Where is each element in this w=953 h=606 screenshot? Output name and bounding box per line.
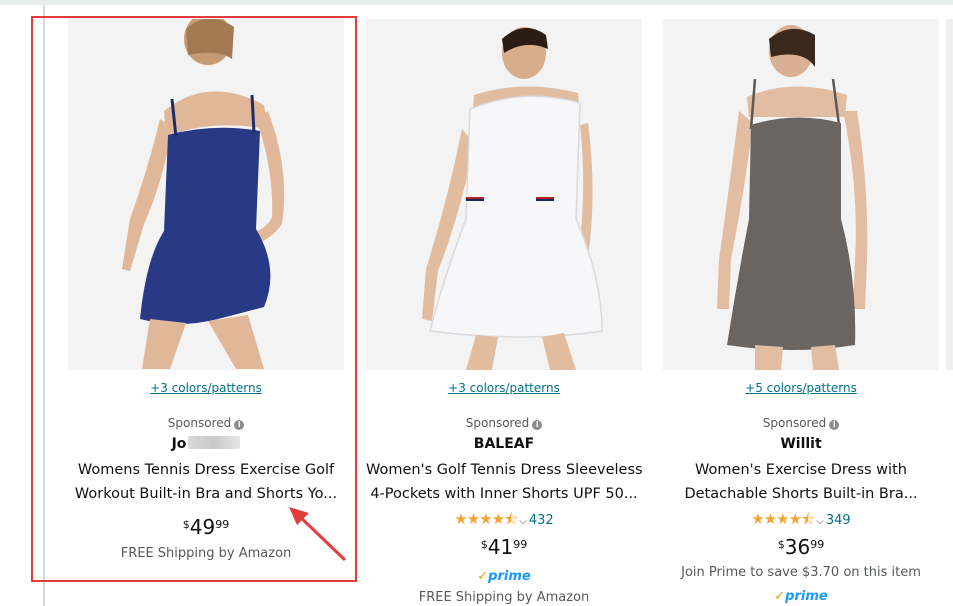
prime-label: prime — [785, 589, 828, 604]
price-fraction: 99 — [810, 538, 825, 551]
info-icon[interactable]: i — [829, 420, 840, 430]
brand-name: BALEAF — [473, 436, 535, 452]
shipping-text: FREE Shipping by Amazon — [418, 590, 590, 605]
star-rating-icon[interactable]: ★★★★⯪ — [751, 510, 815, 528]
dress-figure-2 — [366, 19, 642, 370]
title-line-2: 4-Pockets with Inner Shorts UPF 50... — [370, 486, 638, 502]
product-card-2[interactable]: +3 colors/patterns Sponsored i BALEAF Wom… — [366, 19, 642, 606]
product-title-link[interactable]: Women's Exercise Dress with Detachable S… — [663, 458, 939, 506]
price-whole: 41 — [487, 535, 514, 559]
prime-label: prime — [488, 569, 531, 584]
annotation-arrow-icon — [289, 507, 347, 562]
rating-row[interactable]: ★★★★⯪ ⌵ 432 — [366, 510, 642, 531]
brand-name: Willit — [780, 436, 822, 452]
price-symbol: $ — [777, 538, 785, 551]
price[interactable]: $3699 — [663, 535, 939, 559]
chevron-down-icon[interactable]: ⌵ — [816, 516, 824, 527]
product-image[interactable] — [366, 19, 642, 370]
sponsored-label[interactable]: Sponsored i — [366, 416, 642, 430]
info-icon[interactable]: i — [532, 420, 543, 430]
prime-check-icon: ✓ — [774, 589, 786, 604]
colors-patterns-link[interactable]: +5 colors/patterns — [663, 381, 939, 395]
prime-savings-text: Join Prime to save $3.70 on this item — [681, 565, 921, 580]
title-line-1: Women's Exercise Dress with — [695, 462, 907, 478]
price-symbol: $ — [480, 538, 488, 551]
next-card-edge — [946, 19, 953, 370]
price[interactable]: $4199 — [366, 535, 642, 559]
prime-check-icon: ✓ — [477, 569, 489, 584]
product-image[interactable] — [663, 19, 939, 370]
prime-badge: ✓prime — [663, 589, 939, 604]
price-whole: 36 — [784, 535, 811, 559]
chevron-down-icon[interactable]: ⌵ — [519, 516, 527, 527]
price-fraction: 99 — [513, 538, 528, 551]
sponsored-text: Sponsored — [465, 416, 530, 430]
sponsored-label[interactable]: Sponsored i — [663, 416, 939, 430]
review-count-link[interactable]: 432 — [529, 513, 554, 528]
title-line-2: Detachable Shorts Built-in Bra... — [684, 486, 918, 502]
dress-figure-3 — [663, 19, 939, 370]
rating-row[interactable]: ★★★★⯪ ⌵ 349 — [663, 510, 939, 531]
product-title-link[interactable]: Women's Golf Tennis Dress Sleeveless 4-P… — [366, 458, 642, 506]
sponsored-text: Sponsored — [762, 416, 827, 430]
prime-badge: ✓prime — [366, 569, 642, 584]
colors-patterns-link[interactable]: +3 colors/patterns — [366, 381, 642, 395]
annotation-highlight-box — [31, 16, 357, 582]
title-line-1: Women's Golf Tennis Dress Sleeveless — [366, 462, 642, 478]
star-rating-icon[interactable]: ★★★★⯪ — [454, 510, 518, 528]
review-count-link[interactable]: 349 — [826, 513, 851, 528]
product-card-3[interactable]: +5 colors/patterns Sponsored i Willit Wom… — [663, 19, 939, 606]
